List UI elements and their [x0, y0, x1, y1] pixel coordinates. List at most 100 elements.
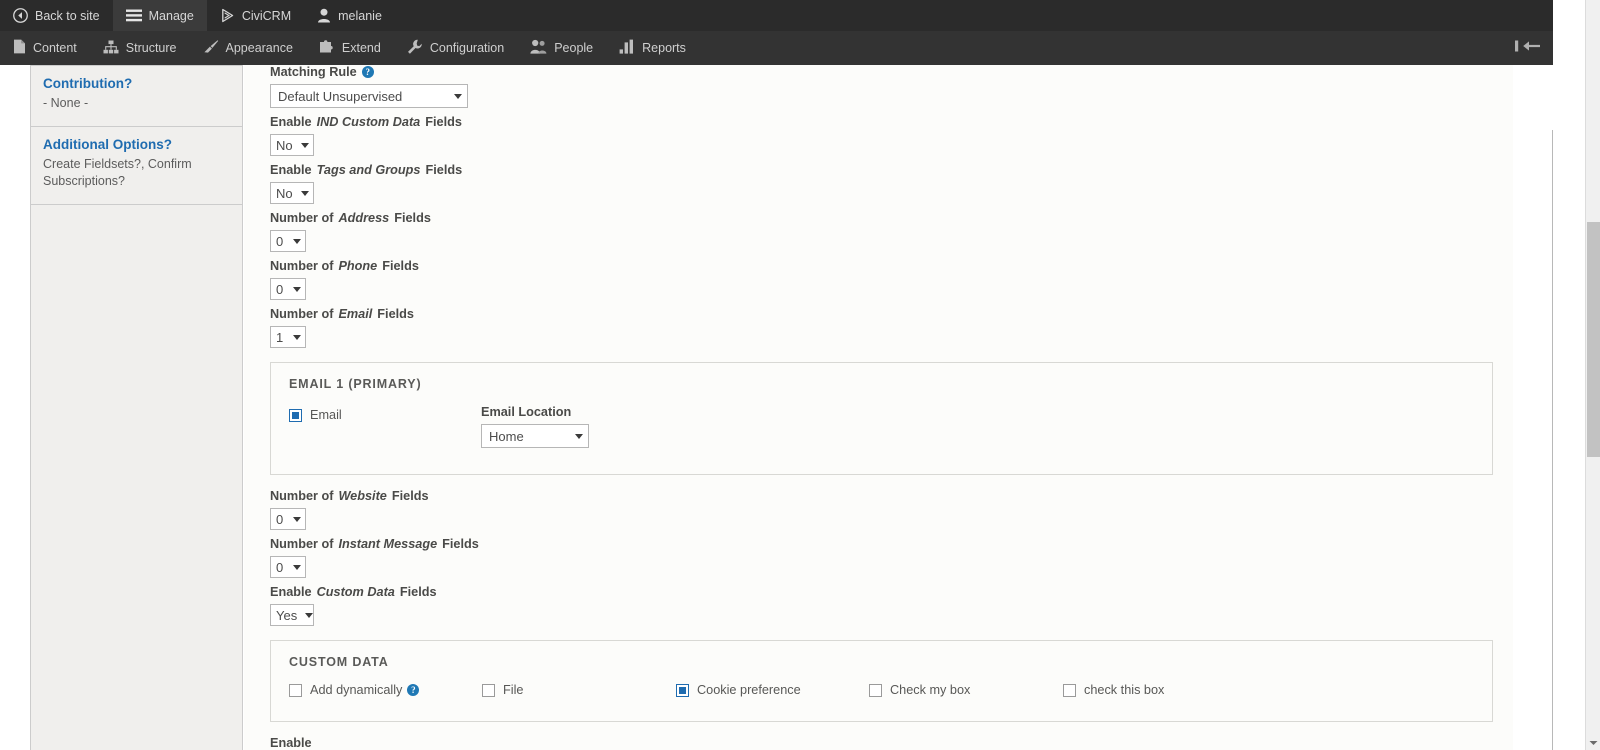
help-icon[interactable]: ? [361, 66, 374, 78]
label-prefix: Number of [270, 537, 334, 551]
label-suffix: Fields [425, 163, 463, 177]
checkbox-group-add-dynamically[interactable]: Add dynamically ? [289, 683, 420, 697]
add-dynamically-checkbox[interactable] [289, 683, 302, 697]
chevron-down-icon [301, 190, 309, 196]
nav-item-extend[interactable]: Extend [306, 31, 394, 65]
select-value: Default Unsupervised [278, 88, 403, 104]
back-arrow-icon [13, 8, 28, 23]
enable-custom-data-select[interactable]: Yes [270, 604, 314, 626]
sidebar-block-title[interactable]: Additional Options? [43, 137, 230, 152]
browser-vertical-scrollbar[interactable] [1585, 0, 1600, 750]
nav-item-content[interactable]: Content [0, 31, 90, 65]
checkbox-group-check-this-box[interactable]: check this box [1063, 683, 1164, 697]
select-value: 0 [276, 559, 284, 575]
label-prefix: Number of [270, 307, 334, 321]
toolbar-item-back-to-site[interactable]: Back to site [0, 0, 113, 31]
checkbox-label: File [503, 683, 524, 697]
label-prefix: Enable [270, 163, 312, 177]
label-prefix: Number of [270, 259, 334, 273]
number-of-phone-select[interactable]: 0 [270, 278, 306, 300]
nav-label: Content [33, 41, 77, 55]
chevron-down-icon [293, 334, 301, 340]
toolbar-item-manage[interactable]: Manage [112, 0, 207, 31]
field-enable-ind-custom-data: Enable IND Custom Data Fields No [270, 115, 1493, 156]
nav-item-appearance[interactable]: Appearance [190, 31, 306, 65]
checkbox-group-check-my-box[interactable]: Check my box [869, 683, 970, 697]
label-emphasis: Address [338, 211, 390, 225]
sidebar-block-title[interactable]: Contribution? [43, 76, 230, 91]
admin-toolbar-sub: Content Structure Appearance Extend Conf… [0, 31, 1553, 65]
nav-item-configuration[interactable]: Configuration [394, 31, 517, 65]
matching-rule-select[interactable]: Default Unsupervised [270, 84, 468, 108]
checkbox-group-file[interactable]: File [482, 683, 523, 697]
select-value: 0 [276, 281, 284, 297]
select-value: Yes [276, 607, 298, 623]
nav-item-people[interactable]: People [517, 31, 606, 65]
fieldset-legend: EMAIL 1 (PRIMARY) [289, 377, 422, 391]
checkbox-label: check this box [1084, 683, 1165, 697]
toolbar-item-user-melanie[interactable]: melanie [304, 0, 395, 31]
label-suffix: Fields [377, 307, 414, 321]
sidebar-block-contribution[interactable]: Contribution? - None - [31, 65, 242, 127]
email-location-select[interactable]: Home [481, 424, 589, 448]
field-label: Enable Tags and Groups Fields [270, 163, 1493, 177]
sidebar-block-additional-options[interactable]: Additional Options? Create Fieldsets?, C… [31, 127, 242, 205]
cookie-preference-checkbox[interactable] [676, 683, 689, 697]
check-my-box-checkbox[interactable] [869, 683, 882, 697]
screen: Back to site Manage CiviCRM melanie Cont… [0, 0, 1600, 750]
chevron-down-icon [293, 286, 301, 292]
email-checkbox-cell: Email [289, 405, 481, 422]
field-label: Enable IND Custom Data Fields [270, 115, 1493, 129]
number-of-instant-message-select[interactable]: 0 [270, 556, 306, 578]
nav-item-structure[interactable]: Structure [90, 31, 190, 65]
file-checkbox[interactable] [482, 683, 495, 697]
help-icon[interactable]: ? [407, 684, 420, 696]
scrollbar-thumb[interactable] [1587, 222, 1600, 457]
email-location-cell: Email Location Home [481, 405, 589, 448]
select-value: No [276, 137, 293, 153]
check-this-box-checkbox[interactable] [1063, 683, 1076, 697]
fieldset-row: Email Email Location Home [289, 405, 1474, 448]
email-primary-fieldset: EMAIL 1 (PRIMARY) Email Email Location H… [270, 362, 1493, 475]
number-of-email-select[interactable]: 1 [270, 326, 306, 348]
nav-label: Configuration [429, 41, 505, 55]
people-icon [530, 39, 547, 57]
number-of-address-select[interactable]: 0 [270, 230, 306, 252]
nav-label: People [554, 41, 594, 55]
sidebar-block-summary: - None - [43, 96, 89, 110]
checkbox-group-cookie-preference[interactable]: Cookie preference [676, 683, 801, 697]
page-body: Contribution? - None - Additional Option… [0, 65, 1553, 750]
enable-tags-and-groups-select[interactable]: No [270, 182, 314, 204]
sitemap-icon [103, 40, 119, 57]
number-of-website-select[interactable]: 0 [270, 508, 306, 530]
label-suffix: Fields [382, 259, 419, 273]
puzzle-icon [319, 39, 335, 57]
email-checkbox-group[interactable]: Email [289, 405, 481, 422]
email-location-label: Email Location [481, 405, 572, 419]
sidebar-block-summary: Create Fieldsets?, Confirm Subscriptions… [43, 157, 192, 188]
paintbrush-icon [203, 39, 219, 57]
toolbar-label: melanie [338, 8, 382, 23]
label-emphasis: Website [338, 489, 387, 503]
form-content: Matching Rule ? Default Unsupervised Ena… [244, 65, 1513, 750]
nav-label: Reports [642, 41, 686, 55]
select-value: Home [489, 428, 524, 444]
email-checkbox[interactable] [289, 408, 302, 422]
toolbar-item-civicrm[interactable]: CiviCRM [207, 0, 304, 31]
user-icon [317, 8, 331, 23]
label-emphasis: Email [338, 307, 373, 321]
collapse-toolbar-button[interactable] [1515, 39, 1553, 58]
label-suffix: Fields [391, 489, 429, 503]
label-suffix: Fields [394, 211, 431, 225]
enable-ind-custom-data-select[interactable]: No [270, 134, 314, 156]
select-value: No [276, 185, 293, 201]
nav-label: Appearance [225, 41, 293, 55]
scrollbar-down-arrow[interactable] [1586, 735, 1600, 750]
hamburger-icon [125, 9, 142, 22]
label-suffix: Fields [442, 537, 479, 551]
nav-item-reports[interactable]: Reports [606, 31, 699, 65]
label-prefix: Number of [270, 489, 334, 503]
label-emphasis: Tags and Groups [316, 163, 421, 177]
label-text: Matching Rule [270, 65, 357, 79]
chevron-down-icon [301, 142, 309, 148]
